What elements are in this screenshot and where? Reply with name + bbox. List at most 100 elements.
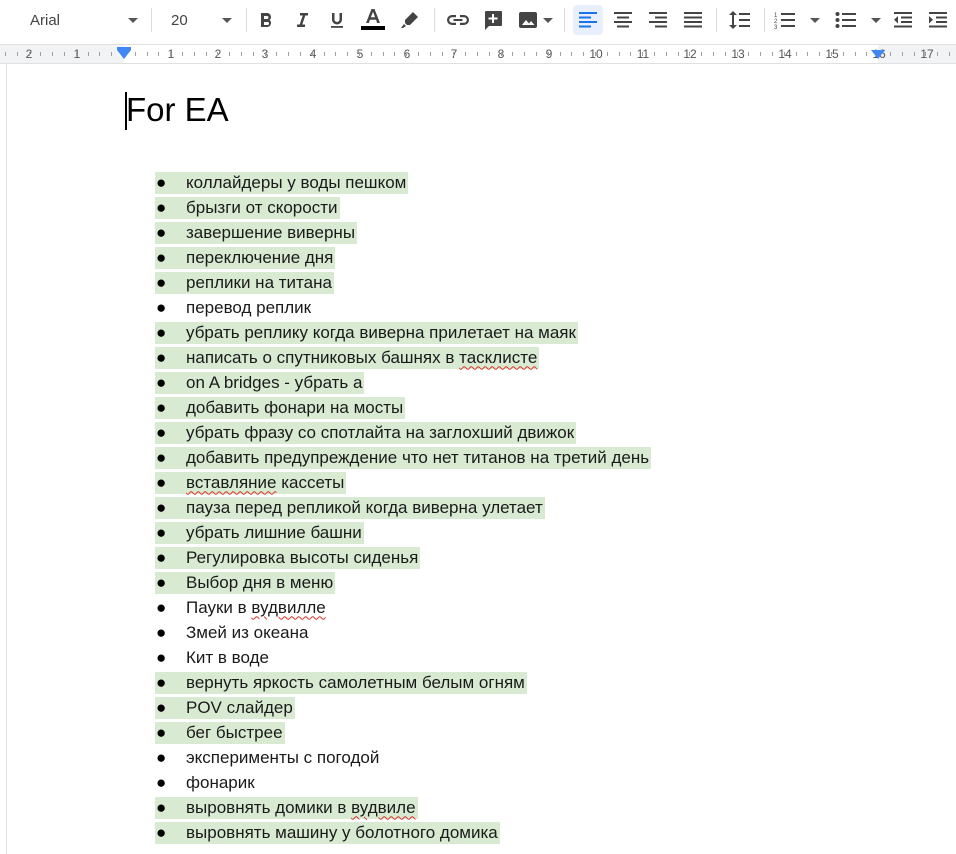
ruler-tick bbox=[253, 52, 254, 56]
highlight-icon bbox=[401, 12, 418, 28]
ruler-tick bbox=[52, 52, 53, 56]
numbered-list-button[interactable]: 123 bbox=[774, 5, 826, 35]
list-item[interactable]: ● выровнять машину у болотного домика bbox=[155, 820, 651, 845]
list-item-text: пауза перед репликой когда виверна улета… bbox=[186, 498, 543, 518]
list-item-text: Выбор дня в меню bbox=[186, 573, 333, 593]
list-item[interactable]: ● Регулировка высоты сиденья bbox=[155, 545, 651, 570]
ruler-tick bbox=[595, 52, 596, 56]
ruler-tick bbox=[17, 52, 18, 56]
list-item[interactable]: ● выровнять домики в вудвиле bbox=[155, 795, 651, 820]
bullet-icon: ● bbox=[156, 347, 167, 367]
decrease-indent-button[interactable] bbox=[888, 5, 918, 35]
bullet-icon: ● bbox=[156, 372, 167, 392]
bulleted-list-icon bbox=[835, 12, 856, 28]
italic-button[interactable] bbox=[287, 5, 317, 35]
list-item-content: ● Регулировка высоты сиденья bbox=[155, 546, 421, 569]
text-color-button[interactable] bbox=[358, 5, 388, 35]
ruler-tick bbox=[394, 52, 395, 56]
document-title[interactable]: For EA bbox=[126, 89, 229, 131]
list-item-text: переключение дня bbox=[186, 248, 333, 268]
list-item[interactable]: ● эксперименты с погодой bbox=[155, 745, 651, 770]
list-item[interactable]: ● брызги от скорости bbox=[155, 195, 651, 220]
list-item[interactable]: ● вставляние кассеты bbox=[155, 470, 651, 495]
bullet-icon: ● bbox=[156, 447, 167, 467]
ruler-tick bbox=[489, 52, 490, 56]
font-family-select[interactable]: Arial bbox=[22, 5, 144, 35]
ruler-tick bbox=[807, 52, 808, 56]
add-comment-button[interactable] bbox=[478, 5, 508, 35]
list-item-content: ● эксперименты с погодой bbox=[155, 747, 381, 769]
toolbar-divider bbox=[764, 8, 765, 32]
left-indent-marker[interactable] bbox=[117, 50, 131, 59]
list-item[interactable]: ● пауза перед репликой когда виверна улет… bbox=[155, 495, 651, 520]
list-item[interactable]: ● убрать фразу со спотлайта на заглохший … bbox=[155, 420, 651, 445]
ruler-tick bbox=[229, 52, 230, 56]
misspelled-word[interactable]: вставляние bbox=[186, 473, 277, 492]
ruler-tick bbox=[701, 52, 702, 56]
list-item[interactable]: ● бег быстрее bbox=[155, 720, 651, 745]
ruler-tick bbox=[335, 52, 336, 56]
list-item[interactable]: ● Кит в воде bbox=[155, 645, 651, 670]
font-family-value: Arial bbox=[30, 11, 61, 29]
right-indent-marker[interactable] bbox=[871, 50, 885, 59]
justify-button[interactable] bbox=[678, 5, 708, 35]
list-item-label: Змей из океана bbox=[186, 622, 309, 642]
list-item[interactable]: ● Выбор дня в меню bbox=[155, 570, 651, 595]
ruler-tick bbox=[5, 52, 6, 56]
align-left-button[interactable] bbox=[573, 5, 603, 35]
highlight-color-button[interactable] bbox=[395, 5, 425, 35]
ruler-tick bbox=[465, 52, 466, 56]
bulleted-list[interactable]: ● коллайдеры у воды пешком ● брызги от скор… bbox=[155, 170, 652, 845]
ruler-tick bbox=[512, 52, 513, 56]
insert-link-button[interactable] bbox=[443, 5, 473, 35]
list-item-text: убрать лишние башни bbox=[186, 523, 362, 543]
ruler-tick bbox=[99, 52, 100, 56]
list-item-text: фонарик bbox=[186, 773, 255, 793]
ruler-tick bbox=[713, 52, 714, 56]
list-item[interactable]: ● on A bridges - убрать а bbox=[155, 370, 651, 395]
list-item[interactable]: ● убрать реплику когда виверна прилетает … bbox=[155, 320, 651, 345]
list-item[interactable]: ● вернуть яркость самолетным белым огням bbox=[155, 670, 651, 695]
misspelled-word[interactable]: тасклисте bbox=[459, 348, 537, 367]
list-item[interactable]: ● завершение виверны bbox=[155, 220, 651, 245]
ruler-tick bbox=[678, 52, 679, 56]
insert-image-button[interactable] bbox=[513, 5, 557, 35]
font-size-select[interactable]: 20 bbox=[163, 5, 238, 35]
align-right-button[interactable] bbox=[643, 5, 673, 35]
horizontal-ruler[interactable]: 211234567891011121314151617 bbox=[0, 44, 956, 64]
chevron-down-icon bbox=[222, 17, 232, 23]
bullet-icon: ● bbox=[156, 722, 167, 742]
list-item[interactable]: ● добавить фонари на мосты bbox=[155, 395, 651, 420]
list-item[interactable]: ● Змей из океана bbox=[155, 620, 651, 645]
line-spacing-button[interactable] bbox=[725, 5, 755, 35]
list-item-content: ● бег быстрее bbox=[155, 721, 285, 744]
bullet-icon: ● bbox=[156, 322, 167, 342]
ruler-tick bbox=[194, 52, 195, 56]
list-item[interactable]: ● коллайдеры у воды пешком bbox=[155, 170, 651, 195]
list-item[interactable]: ● написать о спутниковых башнях в тасклис… bbox=[155, 345, 651, 370]
list-item[interactable]: ● добавить предупреждение что нет титанов… bbox=[155, 445, 652, 470]
ruler-tick bbox=[536, 52, 537, 56]
align-center-button[interactable] bbox=[608, 5, 638, 35]
list-item-text: завершение виверны bbox=[186, 223, 355, 243]
list-item[interactable]: ● переключение дня bbox=[155, 245, 651, 270]
bullet-icon: ● bbox=[156, 522, 167, 542]
ruler-tick bbox=[371, 52, 372, 56]
chevron-down-icon bbox=[871, 17, 881, 23]
misspelled-word[interactable]: вудвиле bbox=[351, 798, 415, 817]
toolbar-divider bbox=[716, 8, 717, 32]
ruler-number: 7 bbox=[450, 47, 458, 61]
list-item-text: добавить фонари на мосты bbox=[186, 398, 403, 418]
bold-button[interactable] bbox=[251, 5, 281, 35]
list-item[interactable]: ● POV слайдер bbox=[155, 695, 651, 720]
misspelled-word[interactable]: вудвилле bbox=[251, 598, 325, 617]
bulleted-list-button[interactable] bbox=[835, 5, 887, 35]
increase-indent-button[interactable] bbox=[923, 5, 953, 35]
list-item[interactable]: ● реплики на титана bbox=[155, 270, 651, 295]
bullet-icon: ● bbox=[156, 822, 167, 842]
list-item[interactable]: ● убрать лишние башни bbox=[155, 520, 651, 545]
underline-button[interactable] bbox=[322, 5, 352, 35]
list-item[interactable]: ● фонарик bbox=[155, 770, 651, 795]
list-item[interactable]: ● Пауки в вудвилле bbox=[155, 595, 651, 620]
list-item[interactable]: ● перевод реплик bbox=[155, 295, 651, 320]
